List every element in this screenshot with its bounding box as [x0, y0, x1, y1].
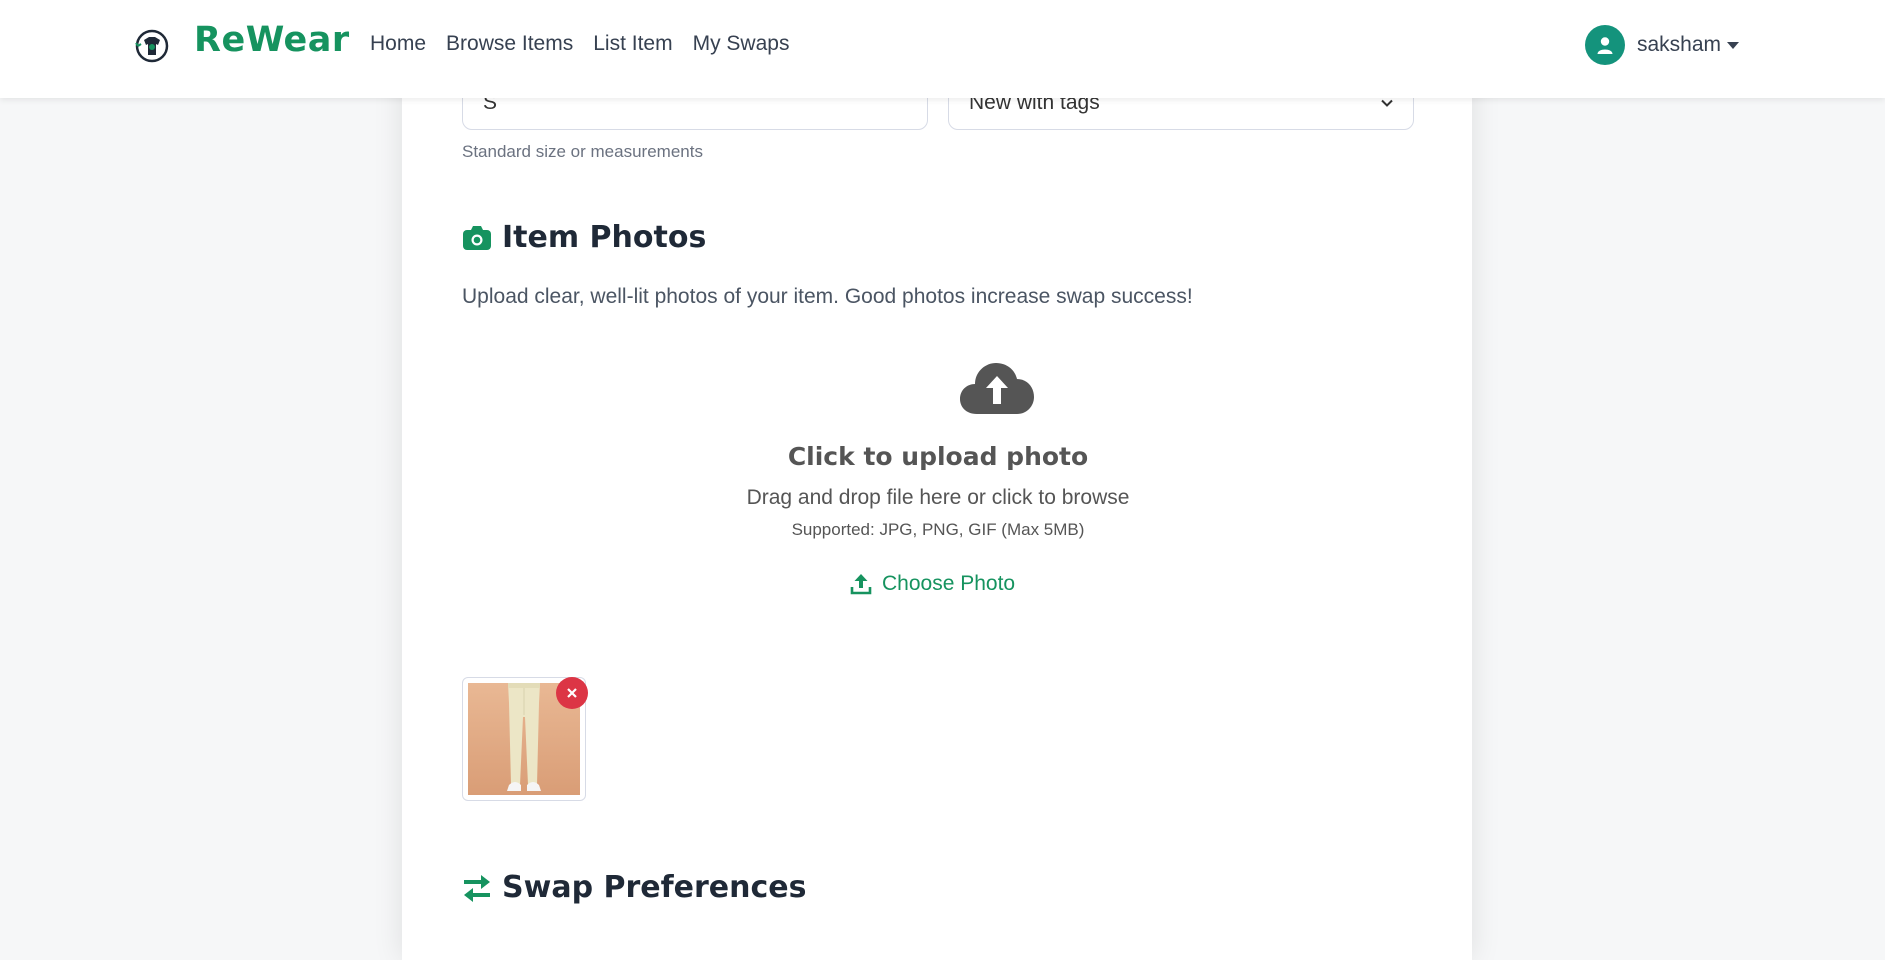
close-icon — [567, 688, 577, 698]
list-item-form-card: S New with tags Standard size or measure… — [402, 60, 1472, 960]
upload-icon — [850, 574, 872, 595]
uploaded-photo-thumbnail[interactable] — [462, 677, 588, 801]
brand-name[interactable]: ReWear — [194, 20, 350, 60]
exchange-arrows-icon — [464, 874, 490, 902]
nav-link-home[interactable]: Home — [370, 32, 426, 56]
remove-photo-button[interactable] — [556, 677, 588, 709]
camera-icon — [463, 225, 491, 250]
photo-upload-dropzone[interactable]: Click to upload photo Drag and drop file… — [462, 350, 1414, 680]
main-nav: Home Browse Items List Item My Swaps — [370, 32, 789, 56]
username-label[interactable]: saksham — [1637, 33, 1721, 57]
swap-preferences-heading: Swap Preferences — [462, 870, 807, 905]
swap-preferences-title: Swap Preferences — [502, 870, 807, 905]
cloud-upload-icon — [960, 363, 1034, 414]
size-help-text: Standard size or measurements — [462, 142, 703, 161]
user-avatar-icon[interactable] — [1585, 25, 1625, 65]
upload-supported-formats: Supported: JPG, PNG, GIF (Max 5MB) — [791, 520, 1085, 539]
upload-subtitle: Drag and drop file here or click to brow… — [746, 486, 1130, 509]
nav-link-list-item[interactable]: List Item — [593, 32, 672, 56]
upload-title: Click to upload photo — [787, 442, 1089, 471]
nav-link-browse-items[interactable]: Browse Items — [446, 32, 573, 56]
user-menu-dropdown[interactable]: saksham — [1585, 25, 1740, 65]
choose-photo-button[interactable]: Choose Photo — [850, 572, 1015, 596]
item-photos-description: Upload clear, well-lit photos of your it… — [462, 285, 1193, 308]
top-navbar: ReWear Home Browse Items List Item My Sw… — [0, 0, 1885, 98]
choose-photo-label: Choose Photo — [882, 572, 1016, 595]
item-photos-title: Item Photos — [502, 220, 707, 255]
item-photos-heading: Item Photos — [462, 220, 706, 255]
caret-down-icon[interactable] — [1727, 41, 1740, 49]
nav-link-my-swaps[interactable]: My Swaps — [693, 32, 790, 56]
rewear-logo-icon[interactable] — [134, 28, 170, 64]
